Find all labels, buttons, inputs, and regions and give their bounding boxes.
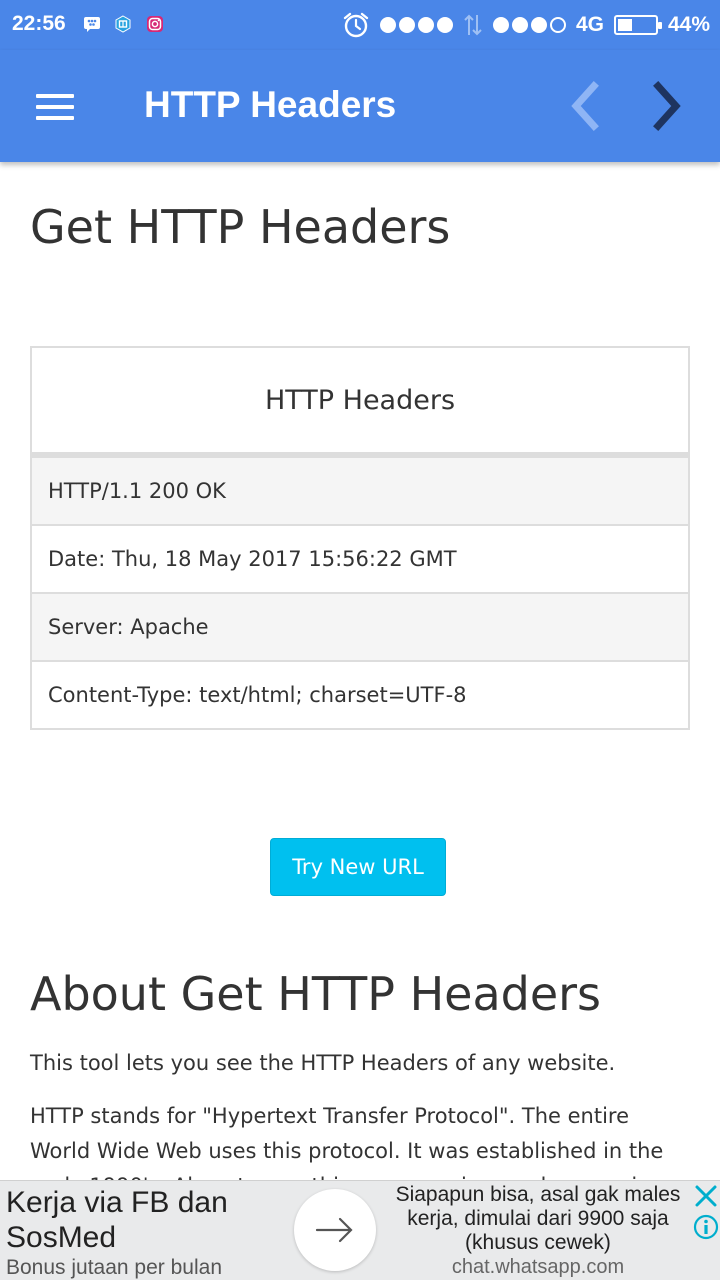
instagram-icon bbox=[147, 16, 163, 32]
ad-subtitle: Bonus jutaan per bulan bbox=[6, 1256, 222, 1279]
table-row: Server: Apache bbox=[32, 592, 688, 660]
about-paragraph-1: This tool lets you see the HTTP Headers … bbox=[30, 1051, 616, 1075]
headers-table: HTTP Headers HTTP/1.1 200 OK Date: Thu, … bbox=[30, 346, 690, 730]
close-icon[interactable] bbox=[693, 1183, 719, 1209]
mi-icon bbox=[115, 15, 131, 33]
battery-fill bbox=[617, 19, 632, 31]
network-type: 4G bbox=[575, 13, 604, 36]
chevron-left-icon[interactable] bbox=[556, 78, 612, 134]
battery-percent: 44% bbox=[667, 13, 710, 36]
status-bar: 22:56 4G 44% bbox=[0, 0, 720, 50]
ad-left-block[interactable]: Kerja via FB dan SosMed Bonus jutaan per… bbox=[6, 1185, 296, 1280]
try-new-url-button[interactable]: Try New URL bbox=[270, 838, 446, 896]
app-title: HTTP Headers bbox=[144, 84, 397, 125]
ad-right-block[interactable]: Siapapun bisa, asal gak males kerja, dim… bbox=[384, 1183, 692, 1279]
page-title: Get HTTP Headers bbox=[30, 200, 451, 254]
chevron-right-icon[interactable] bbox=[640, 78, 696, 134]
table-header: HTTP Headers bbox=[32, 348, 688, 456]
signal-strength-1-icon bbox=[379, 17, 453, 33]
table-row: Date: Thu, 18 May 2017 15:56:22 GMT bbox=[32, 524, 688, 592]
status-time: 22:56 bbox=[12, 12, 66, 35]
data-arrows-icon bbox=[464, 14, 482, 36]
signal-strength-2-icon bbox=[492, 17, 566, 33]
info-icon[interactable] bbox=[692, 1213, 720, 1241]
arrow-right-icon[interactable] bbox=[294, 1189, 376, 1271]
table-row: Content-Type: text/html; charset=UTF-8 bbox=[32, 660, 688, 728]
bbm-icon bbox=[84, 17, 100, 32]
ad-url[interactable]: chat.whatsapp.com bbox=[384, 1256, 692, 1279]
hamburger-menu-icon[interactable] bbox=[36, 94, 76, 122]
ad-description: Siapapun bisa, asal gak males kerja, dim… bbox=[395, 1183, 681, 1254]
alarm-icon bbox=[343, 12, 369, 38]
app-bar: HTTP Headers bbox=[0, 50, 720, 162]
ad-title[interactable]: Kerja via FB dan SosMed bbox=[6, 1185, 296, 1255]
about-heading: About Get HTTP Headers bbox=[30, 967, 602, 1021]
battery-icon bbox=[613, 15, 662, 35]
table-row: HTTP/1.1 200 OK bbox=[32, 456, 688, 524]
ad-banner[interactable]: Kerja via FB dan SosMed Bonus jutaan per… bbox=[0, 1180, 720, 1280]
